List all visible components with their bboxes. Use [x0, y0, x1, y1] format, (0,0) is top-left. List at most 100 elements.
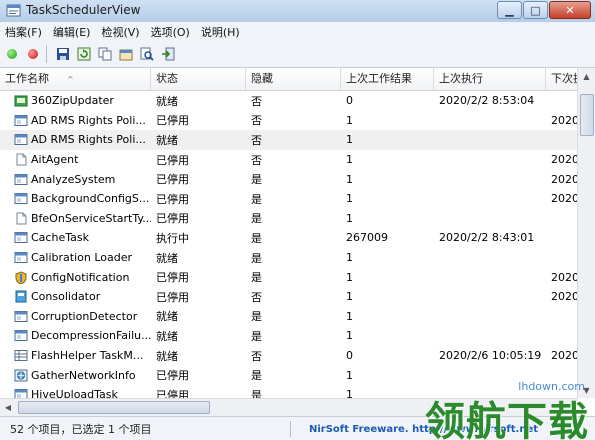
- task-name: 360ZipUpdater: [31, 94, 114, 108]
- table-row[interactable]: Calibration Loader 就绪 是 1: [0, 248, 595, 268]
- vertical-scrollbar[interactable]: ▲ ▼: [577, 68, 595, 398]
- task-hidden: 否: [251, 290, 262, 304]
- table-row[interactable]: AD RMS Rights Poli... 就绪 否 1: [0, 130, 595, 150]
- table-row[interactable]: 360ZipUpdater 就绪 否 0 2020/2/2 8:53:04: [0, 91, 595, 111]
- task-hidden: 是: [251, 231, 262, 245]
- grid-icon: [14, 350, 28, 362]
- horizontal-scrollbar[interactable]: ◀: [0, 398, 578, 416]
- toolbar-divider: [46, 45, 47, 63]
- table-row[interactable]: CorruptionDetector 就绪 是 1: [0, 307, 595, 327]
- task-last-result: 1: [346, 368, 353, 382]
- table-row[interactable]: GatherNetworkInfo 已停用 是 1: [0, 365, 595, 385]
- column-header-last-result[interactable]: 上次工作结果: [341, 68, 434, 90]
- table-row[interactable]: BackgroundConfigS... 已停用是 1 2020,: [0, 189, 595, 209]
- vertical-scroll-thumb[interactable]: [580, 94, 594, 136]
- task-state: 就绪: [156, 94, 178, 108]
- scroll-down-arrow-icon[interactable]: ▼: [578, 382, 595, 398]
- column-header-hidden[interactable]: 隐藏: [246, 68, 341, 90]
- table-row[interactable]: AD RMS Rights Poli... 已停用否 1 2020,: [0, 111, 595, 131]
- horizontal-scroll-thumb[interactable]: [18, 401, 210, 414]
- window-icon: [14, 330, 28, 342]
- scroll-up-arrow-icon[interactable]: ▲: [578, 68, 595, 84]
- menu-edit[interactable]: 编辑(E): [48, 24, 97, 40]
- task-hidden: 否: [251, 94, 262, 108]
- task-last-result: 267009: [346, 231, 388, 245]
- column-header-last-run[interactable]: 上次执行: [434, 68, 546, 90]
- task-name: AD RMS Rights Poli...: [31, 133, 146, 147]
- refresh-button[interactable]: [75, 45, 93, 63]
- task-last-result: 1: [346, 270, 353, 284]
- table-row[interactable]: AitAgent 已停用否 1 2020,: [0, 150, 595, 170]
- column-header-name-label: 工作名称: [5, 72, 49, 85]
- table-row[interactable]: AnalyzeSystem 已停用是 1 2020,: [0, 169, 595, 189]
- menu-view[interactable]: 检视(V): [96, 24, 145, 40]
- document-icon: [16, 153, 27, 166]
- status-bar: 52 个项目，已选定 1 个项目 NirSoft Freeware. http:…: [0, 416, 595, 440]
- task-state: 就绪: [156, 133, 178, 147]
- window-icon: [14, 252, 28, 264]
- task-state: 已停用: [156, 212, 189, 226]
- nirsoft-link[interactable]: NirSoft Freeware. http://www.nirsoft.net: [291, 424, 538, 435]
- task-last-run: 2020/2/2 8:53:04: [439, 94, 535, 108]
- task-last-result: 1: [346, 329, 353, 343]
- task-state: 就绪: [156, 251, 178, 265]
- app-green-icon: [14, 95, 28, 107]
- menu-file[interactable]: 档案(F): [0, 24, 48, 40]
- table-row[interactable]: CacheTask 执行中 是 267009 2020/2/2 8:43:01: [0, 228, 595, 248]
- copy-button[interactable]: [96, 45, 114, 63]
- task-name: BfeOnServiceStartTy...: [31, 211, 151, 225]
- task-name: GatherNetworkInfo: [31, 368, 136, 382]
- task-last-result: 0: [346, 94, 353, 108]
- task-state: 已停用: [156, 114, 189, 128]
- table-row[interactable]: ConfigNotification 已停用是 1 2020,: [0, 267, 595, 287]
- disable-button[interactable]: [24, 45, 42, 63]
- task-name: AD RMS Rights Poli...: [31, 113, 146, 127]
- window-icon: [14, 232, 28, 244]
- minimize-button[interactable]: ▁: [497, 1, 522, 19]
- task-hidden: 否: [251, 114, 262, 128]
- task-state: 已停用: [156, 153, 189, 167]
- table-row[interactable]: BfeOnServiceStartTy... 已停用 是 1: [0, 209, 595, 229]
- task-last-result: 1: [346, 290, 353, 304]
- column-header-state[interactable]: 状态: [151, 68, 246, 90]
- refresh-icon: [77, 47, 91, 61]
- properties-button[interactable]: [117, 45, 135, 63]
- task-hidden: 否: [251, 349, 262, 363]
- find-icon: [140, 47, 154, 61]
- network-icon: [14, 369, 28, 382]
- task-hidden: 是: [251, 212, 262, 226]
- task-hidden: 是: [251, 310, 262, 324]
- table-row[interactable]: DecompressionFailu... 就绪 是 1: [0, 326, 595, 346]
- title-bar[interactable]: TaskSchedulerView ▁ □ ✕: [0, 0, 595, 23]
- enable-button[interactable]: [3, 45, 21, 63]
- column-header-name[interactable]: 工作名称 ^: [0, 68, 151, 90]
- task-last-result: 1: [346, 309, 353, 323]
- table-row[interactable]: FlashHelper TaskM... 就绪 否 0 2020/2/6 10:05:1…: [0, 346, 595, 366]
- task-name-cell: Calibration Loader: [0, 251, 151, 264]
- task-name-cell: 360ZipUpdater: [0, 94, 151, 107]
- menu-options[interactable]: 选项(O): [146, 24, 196, 40]
- task-state: 就绪: [156, 329, 178, 343]
- task-last-run: 2020/2/6 10:05:19: [439, 349, 542, 363]
- task-name: Calibration Loader: [31, 251, 133, 265]
- scroll-left-arrow-icon[interactable]: ◀: [0, 399, 16, 415]
- save-button[interactable]: [54, 45, 72, 63]
- close-button[interactable]: ✕: [549, 1, 591, 19]
- main-window: TaskSchedulerView ▁ □ ✕ 档案(F) 编辑(E) 检视(V…: [0, 0, 595, 440]
- exit-button[interactable]: [159, 45, 177, 63]
- app-blue-icon: [15, 290, 27, 303]
- menu-help[interactable]: 说明(H): [196, 24, 246, 40]
- task-name: CacheTask: [31, 231, 89, 245]
- task-hidden: 是: [251, 173, 262, 187]
- task-state: 已停用: [156, 271, 189, 285]
- task-hidden: 是: [251, 271, 262, 285]
- maximize-button[interactable]: □: [523, 1, 548, 19]
- table-row[interactable]: Consolidator 已停用否 1 2020,: [0, 287, 595, 307]
- task-name-cell: AitAgent: [0, 153, 151, 166]
- task-list-view[interactable]: 工作名称 ^ 状态 隐藏 上次工作结果 上次执行 下次执行 360ZipUpdat…: [0, 68, 595, 400]
- task-last-result: 1: [346, 251, 353, 265]
- task-name-cell: AD RMS Rights Poli...: [0, 114, 151, 127]
- enable-green-icon: [7, 49, 17, 59]
- find-button[interactable]: [138, 45, 156, 63]
- window-icon: [14, 114, 28, 126]
